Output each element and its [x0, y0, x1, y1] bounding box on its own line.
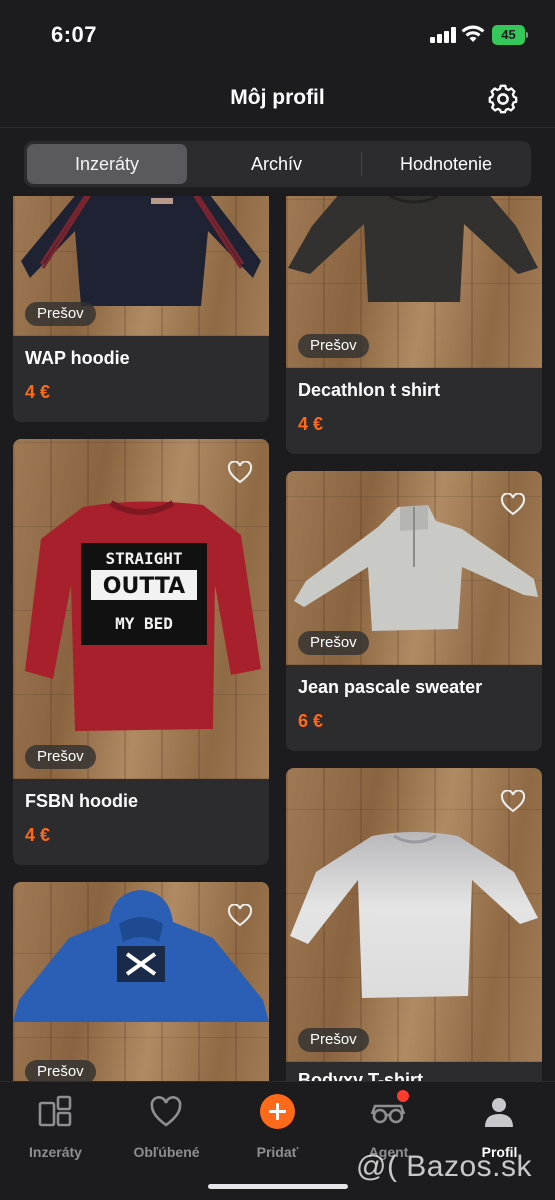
listings-icon [38, 1095, 72, 1127]
nav-header: Môj profil [0, 70, 555, 128]
gear-icon[interactable] [486, 82, 520, 116]
listings-feed[interactable]: Prešov WAP hoodie 4 € STRAIGHT OUTTA MY … [0, 196, 555, 1081]
tab-agent-nav[interactable]: Agent [333, 1090, 444, 1160]
status-bar: 6:07 45 [0, 0, 555, 70]
listing-card[interactable]: Prešov Decathlon t shirt 4 € [286, 196, 542, 454]
tab-inzeraty-nav[interactable]: Inzeráty [0, 1092, 111, 1160]
location-badge: Prešov [25, 745, 96, 769]
tab-label: Pridať [256, 1144, 299, 1160]
listing-photo[interactable]: Prešov [13, 196, 269, 336]
tab-archiv[interactable]: Archív [194, 144, 359, 184]
tab-oblubene-nav[interactable]: Obľúbené [111, 1092, 222, 1160]
listing-price: 4 € [25, 825, 51, 845]
listing-photo[interactable]: Prešov [286, 471, 542, 665]
listing-title[interactable]: FSBN hoodie [25, 791, 138, 812]
listing-title[interactable]: Decathlon t shirt [298, 380, 440, 401]
tab-inzeraty[interactable]: Inzeráty [27, 144, 187, 184]
listing-title[interactable]: Jean pascale sweater [298, 677, 482, 698]
plus-icon [260, 1094, 295, 1129]
signal-icon [430, 27, 456, 43]
wifi-icon [461, 25, 485, 42]
listing-card[interactable]: STRAIGHT OUTTA MY BED Prešov FSBN hoodie… [13, 439, 269, 865]
listing-card[interactable]: Prešov Jean pascale sweater 6 € [286, 471, 542, 751]
listing-card[interactable]: Prešov WAP hoodie 4 € [13, 196, 269, 422]
segmented-control: Inzeráty Archív Hodnotenie [24, 141, 531, 187]
location-badge: Prešov [25, 1060, 96, 1081]
location-badge: Prešov [298, 334, 369, 358]
status-time: 6:07 [51, 22, 98, 47]
location-badge: Prešov [298, 631, 369, 655]
heart-icon[interactable] [227, 904, 253, 928]
tab-profil-nav[interactable]: Profil [444, 1092, 555, 1160]
tab-pridat-nav[interactable]: Pridať [222, 1092, 333, 1160]
listing-price: 4 € [298, 414, 324, 434]
listing-photo[interactable]: Prešov [13, 882, 269, 1081]
notification-dot [397, 1090, 409, 1102]
listing-price: 4 € [25, 382, 51, 402]
tab-hodnotenie[interactable]: Hodnotenie [364, 144, 528, 184]
heart-icon[interactable] [500, 790, 526, 814]
listing-price: 6 € [298, 711, 324, 731]
listing-card[interactable]: Prešov [13, 882, 269, 1081]
listing-title[interactable]: Bodyxy T-shirt [298, 1070, 423, 1081]
garment-image: STRAIGHT OUTTA MY BED [25, 500, 261, 731]
heart-icon [150, 1096, 182, 1127]
location-badge: Prešov [298, 1028, 369, 1052]
segment-divider [361, 152, 362, 176]
heart-icon[interactable] [500, 493, 526, 517]
location-badge: Prešov [25, 302, 96, 326]
battery-level: 45 [492, 25, 525, 45]
battery-icon: 45 [492, 25, 528, 45]
page-title: Môj profil [230, 86, 325, 109]
listing-photo[interactable]: STRAIGHT OUTTA MY BED Prešov [13, 439, 269, 779]
print-line-2: OUTTA [103, 574, 185, 599]
tab-label: Obľúbené [133, 1144, 200, 1160]
print-line-1: STRAIGHT [105, 549, 182, 568]
watermark: @( Bazos.sk [356, 1150, 532, 1183]
heart-icon[interactable] [227, 461, 253, 485]
listing-photo[interactable]: Prešov [286, 768, 542, 1062]
listing-card[interactable]: Prešov Bodyxy T-shirt [286, 768, 542, 1081]
tab-label: Inzeráty [29, 1144, 82, 1160]
profile-icon [485, 1098, 513, 1127]
listing-title[interactable]: WAP hoodie [25, 348, 130, 369]
listing-photo[interactable]: Prešov [286, 196, 542, 368]
print-line-3: MY BED [115, 614, 173, 633]
home-indicator[interactable] [208, 1184, 348, 1189]
